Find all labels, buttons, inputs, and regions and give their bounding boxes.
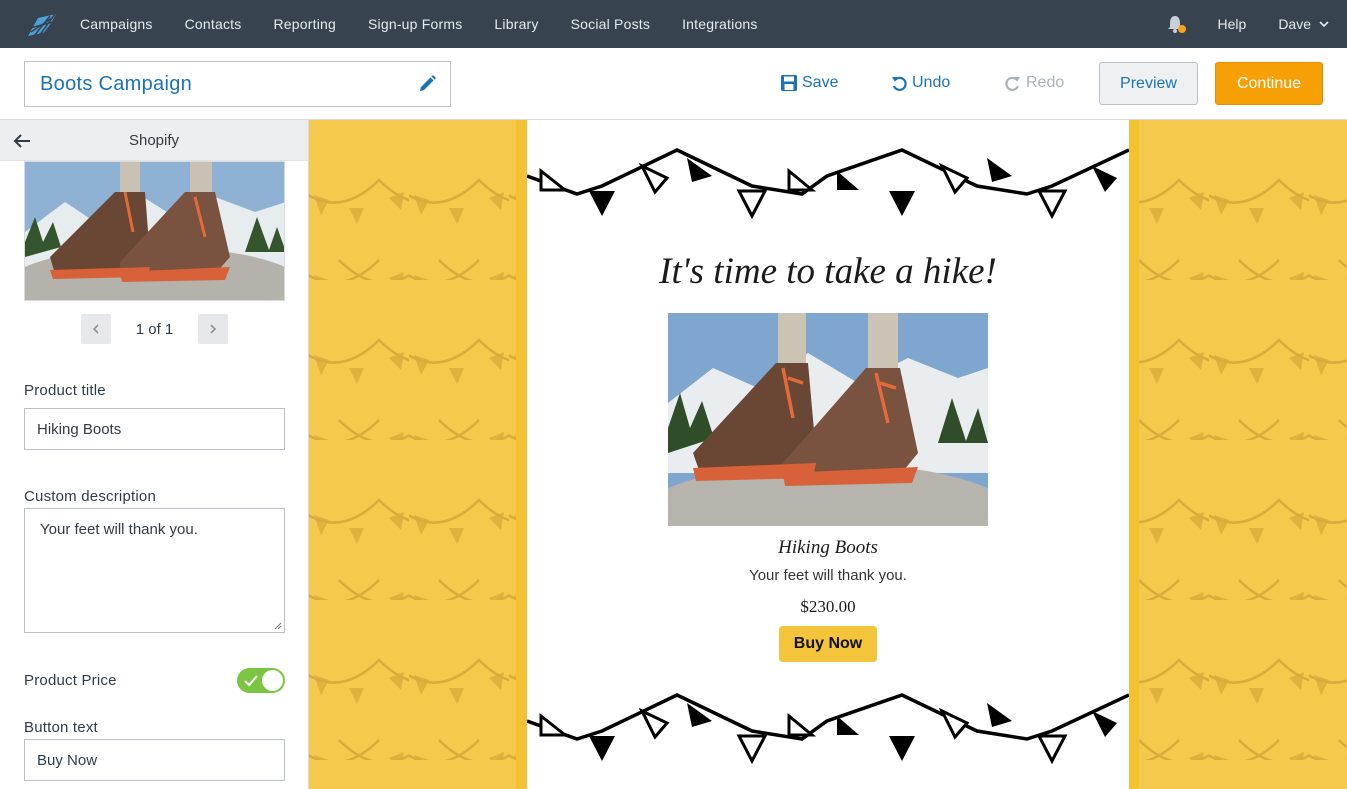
undo-button[interactable]: Undo bbox=[890, 74, 950, 92]
email-product-image[interactable] bbox=[668, 313, 988, 526]
custom-description-textarea[interactable]: Your feet will thank you. bbox=[24, 508, 285, 633]
nav-reporting[interactable]: Reporting bbox=[273, 16, 336, 32]
image-pager: 1 of 1 bbox=[81, 314, 228, 344]
product-price-toggle[interactable] bbox=[237, 668, 285, 693]
next-image-button[interactable] bbox=[198, 314, 228, 344]
email-product-title: Hiking Boots bbox=[778, 537, 878, 558]
toggle-knob bbox=[262, 670, 283, 691]
undo-label: Undo bbox=[912, 74, 951, 91]
editor-toolbar: Boots Campaign Save Undo Redo Preview Co… bbox=[0, 48, 1347, 120]
nav-signup-forms[interactable]: Sign-up Forms bbox=[368, 16, 462, 32]
nav-integrations[interactable]: Integrations bbox=[682, 16, 758, 32]
bunting-banner-bottom bbox=[527, 693, 1129, 765]
nav-help[interactable]: Help bbox=[1218, 16, 1247, 32]
redo-icon bbox=[1005, 76, 1020, 91]
email-canvas: It's time to take a hike! Hiking Boots Y… bbox=[309, 120, 1347, 789]
product-title-input[interactable]: Hiking Boots bbox=[24, 408, 285, 450]
campaign-name-field[interactable]: Boots Campaign bbox=[24, 61, 451, 107]
save-label: Save bbox=[802, 74, 839, 91]
hiking-boots-photo bbox=[668, 313, 988, 526]
preview-button[interactable]: Preview bbox=[1099, 62, 1198, 105]
notification-dot bbox=[1177, 25, 1186, 33]
campaign-name: Boots Campaign bbox=[40, 72, 193, 95]
email-product-description: Your feet will thank you. bbox=[749, 567, 907, 584]
shopify-panel: Shopify 1 of 1 Product title Hiking Boot… bbox=[0, 120, 309, 789]
product-title-label: Product title bbox=[24, 382, 106, 399]
back-arrow-icon[interactable] bbox=[12, 131, 32, 151]
nav-library[interactable]: Library bbox=[494, 16, 538, 32]
buy-now-button[interactable]: Buy Now bbox=[779, 626, 877, 662]
nav-social-posts[interactable]: Social Posts bbox=[571, 16, 650, 32]
button-text-input[interactable]: Buy Now bbox=[24, 739, 285, 781]
pager-text: 1 of 1 bbox=[135, 320, 174, 338]
email-body[interactable]: It's time to take a hike! Hiking Boots Y… bbox=[527, 120, 1129, 789]
user-menu[interactable]: Dave bbox=[1278, 16, 1329, 32]
chevron-right-icon bbox=[210, 324, 217, 334]
checkmark-icon bbox=[244, 675, 258, 687]
chevron-down-icon bbox=[1319, 21, 1329, 28]
email-headline: It's time to take a hike! bbox=[659, 251, 997, 292]
user-name: Dave bbox=[1278, 16, 1311, 32]
hiking-boots-image bbox=[25, 162, 284, 300]
panel-title: Shopify bbox=[128, 131, 180, 149]
nav-contacts[interactable]: Contacts bbox=[185, 16, 242, 32]
email-product-price: $230.00 bbox=[800, 597, 856, 616]
notifications-bell-icon[interactable] bbox=[1164, 13, 1186, 35]
redo-label: Redo bbox=[1026, 74, 1065, 91]
email-edge-right bbox=[1129, 120, 1139, 789]
save-button[interactable]: Save bbox=[780, 74, 838, 92]
bunting-banner-top bbox=[527, 148, 1129, 220]
custom-description-label: Custom description bbox=[24, 488, 156, 505]
chevron-left-icon bbox=[92, 324, 99, 334]
redo-button[interactable]: Redo bbox=[1004, 74, 1064, 92]
product-thumbnail bbox=[24, 161, 285, 301]
panel-header: Shopify bbox=[0, 120, 308, 161]
undo-icon bbox=[892, 76, 907, 91]
button-text-label: Button text bbox=[24, 719, 98, 736]
nav-right: Help Dave bbox=[1164, 0, 1329, 48]
custom-description-value: Your feet will thank you. bbox=[40, 521, 198, 538]
email-edge-left bbox=[516, 120, 527, 789]
resize-grip-icon[interactable] bbox=[274, 622, 282, 630]
prev-image-button[interactable] bbox=[81, 314, 111, 344]
product-price-label: Product Price bbox=[24, 672, 117, 689]
top-nav: Campaigns Contacts Reporting Sign-up For… bbox=[0, 0, 1347, 48]
nav-campaigns[interactable]: Campaigns bbox=[80, 16, 153, 32]
pencil-icon[interactable] bbox=[416, 73, 438, 95]
logo-icon[interactable] bbox=[22, 10, 58, 38]
continue-button[interactable]: Continue bbox=[1215, 62, 1323, 105]
save-icon bbox=[781, 75, 797, 91]
